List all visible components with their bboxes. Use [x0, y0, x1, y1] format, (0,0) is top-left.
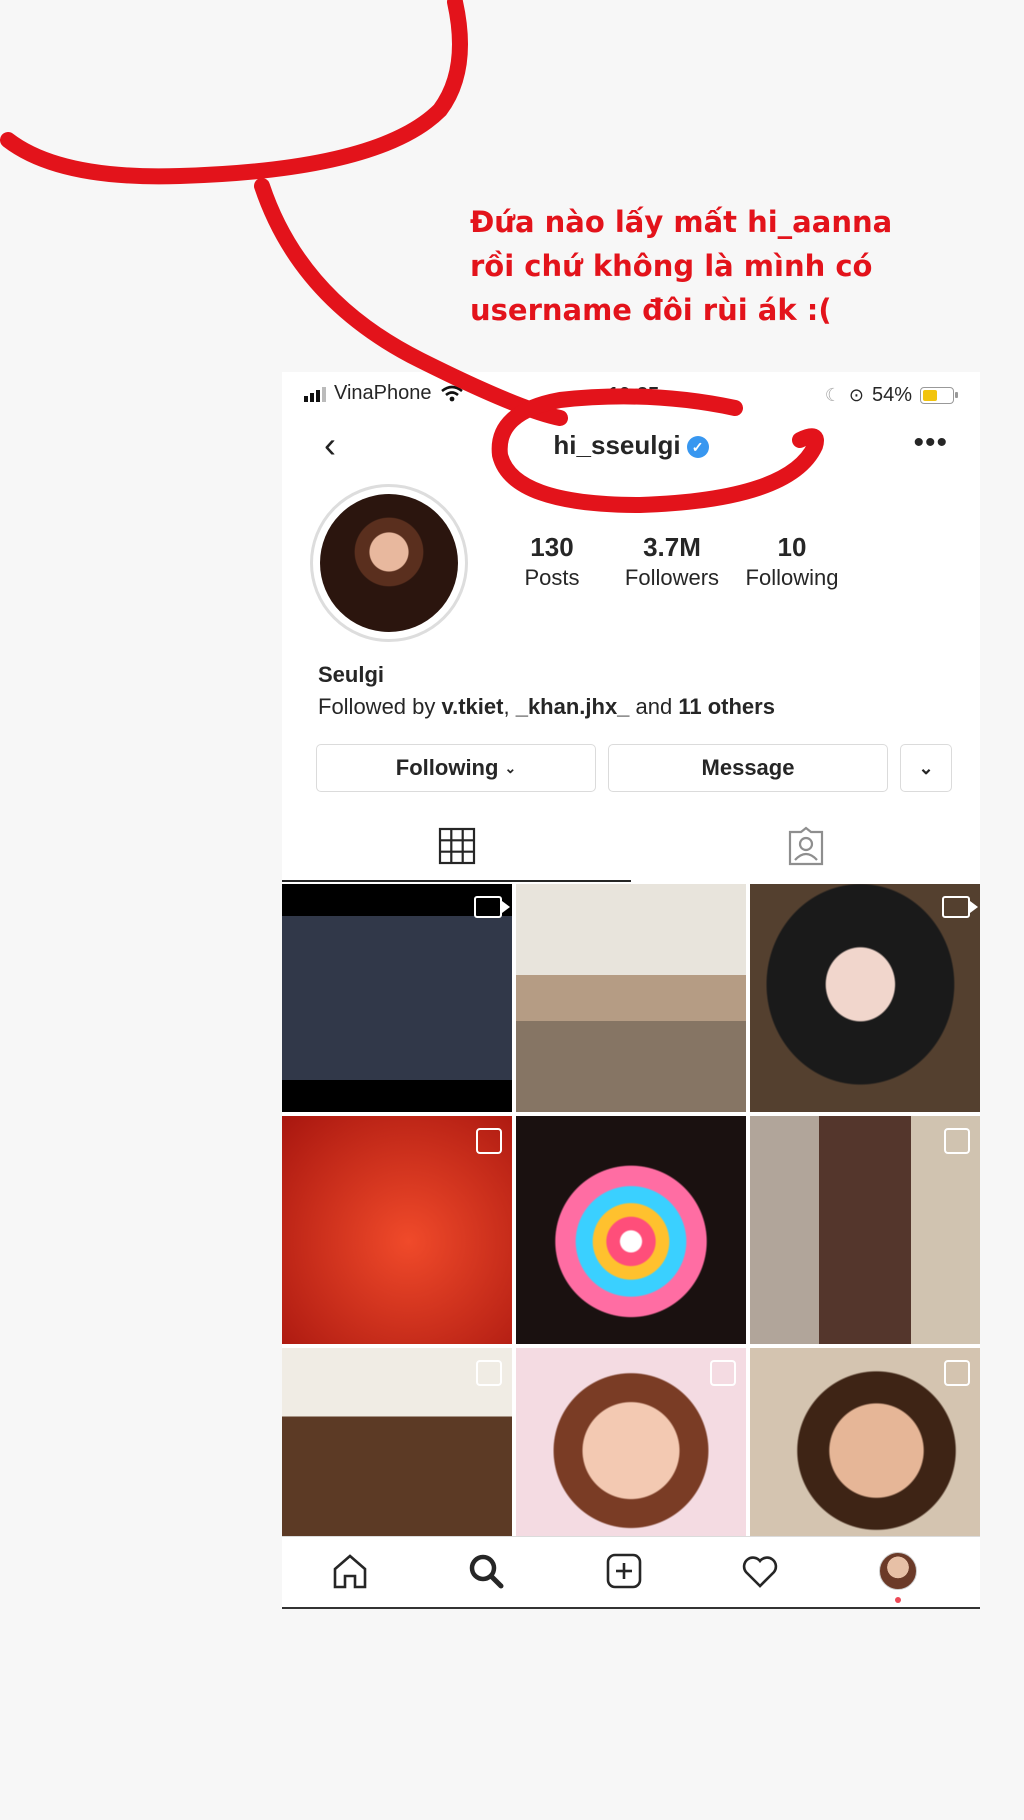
- caption-line-1: Đứa nào lấy mất hi_aanna: [470, 205, 893, 239]
- signal-icon: [304, 386, 326, 402]
- caption-line-3: username đôi rùi ák :(: [470, 293, 832, 327]
- status-left: VinaPhone: [304, 382, 464, 405]
- followed-by[interactable]: Followed by v.tkiet, _khan.jhx_ and 11 o…: [318, 694, 775, 720]
- home-icon[interactable]: [328, 1549, 372, 1593]
- stat-label: Following: [745, 565, 839, 590]
- following-button-label: Following: [395, 755, 499, 780]
- content-tabs: [282, 812, 980, 882]
- message-button-label: Message: [701, 755, 795, 780]
- carousel-icon: [944, 1128, 970, 1154]
- followed-by-prefix: Followed by: [318, 694, 442, 719]
- clock: 10:25: [608, 384, 660, 406]
- post-grid: [282, 884, 980, 1576]
- stat-value: 3.7M: [643, 532, 701, 562]
- separator: ,: [503, 694, 516, 719]
- activity-heart-icon[interactable]: [738, 1549, 782, 1593]
- profile-stats: 130 Posts 3.7M Followers 10 Following: [492, 532, 852, 591]
- carousel-icon: [944, 1360, 970, 1386]
- carrier-name: VinaPhone: [334, 382, 432, 404]
- chevron-down-icon: ⌄: [504, 759, 517, 776]
- post-thumbnail[interactable]: [750, 1116, 980, 1344]
- post-thumbnail[interactable]: [750, 884, 980, 1112]
- more-options-icon[interactable]: •••: [913, 426, 948, 460]
- mutual-user-2[interactable]: _khan.jhx_: [516, 694, 630, 719]
- battery-percent: 54%: [871, 384, 912, 406]
- profile-actions: Following ⌄ Message ⌄: [316, 744, 952, 792]
- moon-icon: ☾: [824, 385, 841, 405]
- stat-followers[interactable]: 3.7M Followers: [612, 532, 732, 591]
- bottom-nav: [282, 1536, 980, 1609]
- battery-icon: [920, 387, 958, 404]
- stat-value: 130: [530, 532, 574, 562]
- avatar-photo: [320, 494, 458, 632]
- status-right: ☾ ⊙ 54%: [824, 384, 958, 407]
- carousel-icon: [476, 1128, 502, 1154]
- profile-avatar[interactable]: [310, 484, 468, 642]
- tab-tagged[interactable]: [631, 812, 980, 880]
- verified-badge-icon: ✓: [686, 436, 709, 459]
- video-icon: [942, 896, 978, 918]
- grid-icon: [438, 827, 475, 865]
- username: hi_sseulgi: [553, 430, 681, 460]
- profile-header: ‹ hi_sseulgi ✓ •••: [282, 418, 980, 478]
- message-button[interactable]: Message: [608, 744, 888, 792]
- and-text: and: [629, 694, 679, 719]
- stat-label: Followers: [624, 565, 720, 590]
- post-thumbnail[interactable]: [282, 1116, 512, 1344]
- carousel-icon: [476, 1360, 502, 1386]
- profile-bio: Seulgi Followed by v.tkiet, _khan.jhx_ a…: [318, 662, 775, 720]
- mutual-user-1[interactable]: v.tkiet: [442, 694, 504, 719]
- mutual-others[interactable]: 11 others: [678, 694, 775, 719]
- tagged-person-icon: [788, 826, 823, 866]
- profile-nav-avatar: [879, 1552, 917, 1590]
- orientation-lock-icon: ⊙: [848, 385, 864, 405]
- stat-following[interactable]: 10 Following: [732, 532, 852, 591]
- caption-line-2: rồi chứ không là mình có: [470, 249, 873, 283]
- instagram-profile-screen: VinaPhone 10:25 ☾ ⊙ 54% ‹ hi_sseulgi ✓ ••…: [282, 372, 980, 1609]
- suggested-accounts-button[interactable]: ⌄: [900, 744, 952, 792]
- carousel-icon: [710, 1360, 736, 1386]
- notification-dot: [895, 1597, 901, 1603]
- chevron-down-icon: ⌄: [918, 757, 934, 778]
- page-title: hi_sseulgi ✓: [282, 430, 980, 461]
- post-thumbnail[interactable]: [282, 884, 512, 1112]
- status-bar: VinaPhone 10:25 ☾ ⊙ 54%: [282, 372, 980, 418]
- display-name: Seulgi: [318, 662, 385, 687]
- video-icon: [474, 896, 510, 918]
- stat-label: Posts: [524, 565, 580, 590]
- tab-grid[interactable]: [282, 812, 631, 882]
- post-thumbnail[interactable]: [516, 1116, 746, 1344]
- annotation-caption: Đứa nào lấy mất hi_aanna rồi chứ không l…: [470, 200, 930, 332]
- search-icon[interactable]: [464, 1549, 508, 1593]
- stat-posts[interactable]: 130 Posts: [492, 532, 612, 591]
- stat-value: 10: [777, 532, 807, 562]
- post-thumbnail[interactable]: [516, 884, 746, 1112]
- new-post-icon[interactable]: [602, 1549, 646, 1593]
- following-button[interactable]: Following ⌄: [316, 744, 596, 792]
- wifi-icon: [440, 385, 463, 401]
- profile-tab[interactable]: [876, 1549, 920, 1603]
